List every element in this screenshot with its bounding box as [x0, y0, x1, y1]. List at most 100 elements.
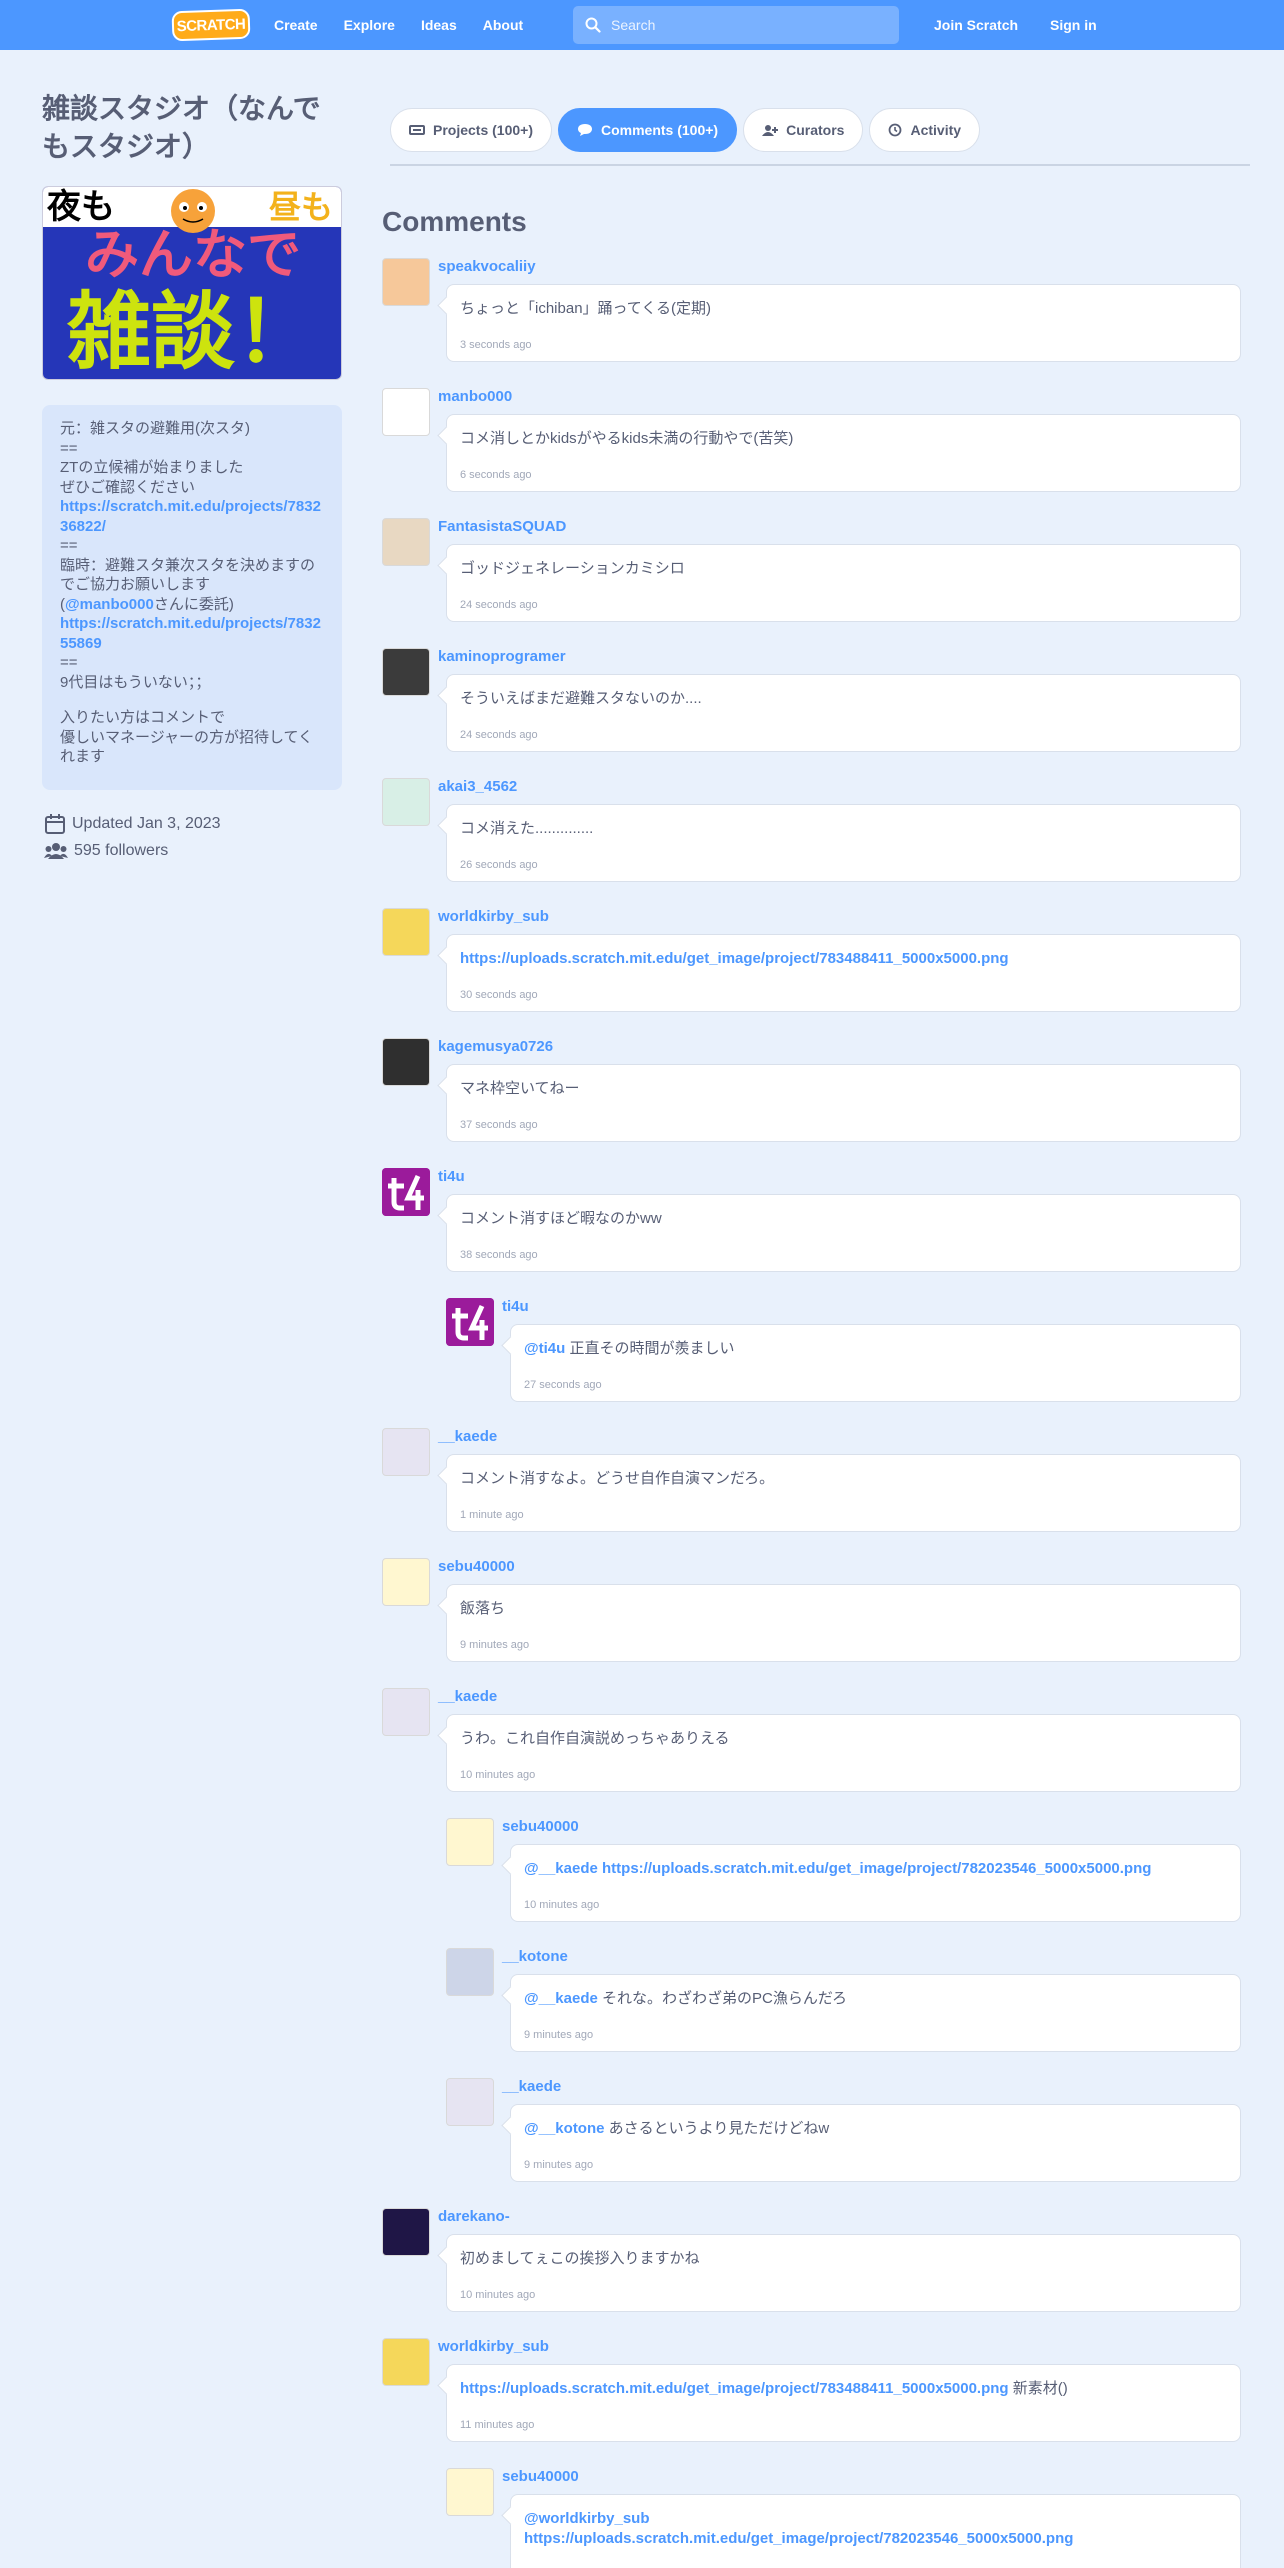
comment-username[interactable]: speakvocaliiy: [438, 258, 536, 275]
navbar: SCRATCH Create Explore Ideas About Join …: [0, 0, 1284, 50]
avatar[interactable]: [382, 1428, 430, 1476]
comment-content: マネ枠空いてねー: [460, 1080, 580, 1097]
comment-mention[interactable]: @worldkirby_sub: [524, 2510, 650, 2527]
search-input[interactable]: [611, 17, 881, 33]
comment-username[interactable]: ti4u: [438, 1168, 465, 1185]
avatar[interactable]: [382, 908, 430, 956]
avatar[interactable]: [382, 1038, 430, 1086]
comment-timestamp: 3 seconds ago: [460, 339, 532, 351]
desc-line: ぜひご確認ください: [60, 478, 196, 496]
nav-explore[interactable]: Explore: [344, 17, 395, 33]
sign-in-link[interactable]: Sign in: [1050, 17, 1097, 33]
comment-mention[interactable]: @__kaede: [524, 1990, 598, 2007]
comment-text: https://uploads.scratch.mit.edu/get_imag…: [460, 949, 1227, 969]
comment-username[interactable]: ti4u: [502, 1298, 529, 1315]
scratch-logo[interactable]: SCRATCH: [171, 8, 251, 42]
comment-content: 飯落ち: [460, 1600, 506, 1617]
comment-body: マネ枠空いてねー 37 seconds ago: [446, 1064, 1241, 1142]
calendar-icon: [45, 814, 65, 834]
avatar[interactable]: [382, 2338, 430, 2386]
tab-comments[interactable]: Comments (100+): [558, 108, 738, 152]
comment-content: そういえばまだ避難スタないのか....: [460, 690, 702, 707]
tab-activity[interactable]: Activity: [869, 108, 981, 152]
comment-username[interactable]: worldkirby_sub: [438, 908, 549, 925]
comment-timestamp: 10 minutes ago: [460, 2289, 536, 2301]
comments-heading: Comments: [382, 206, 527, 237]
comment-content: ちょっと「ichiban」踊ってくる(定期): [460, 300, 712, 317]
comment-text: コメント消すほど暇なのかww: [460, 1209, 1227, 1229]
comment-username[interactable]: __kaede: [502, 2078, 561, 2095]
followers-row: 595 followers: [44, 841, 168, 861]
avatar[interactable]: [446, 1948, 494, 1996]
comment-username[interactable]: sebu40000: [438, 1558, 515, 1575]
comment-text: @worldkirby_sub https://uploads.scratch.m…: [524, 2509, 1227, 2549]
comment-username[interactable]: __kaede: [438, 1428, 497, 1445]
studio-description: 元：雑スタの避難用(次スタ) == ZTの立候補が始まりました ぜひご確認くださ…: [42, 405, 342, 790]
tabs-divider: [390, 164, 1250, 166]
search-bar[interactable]: [573, 6, 899, 44]
comment-timestamp: 24 seconds ago: [460, 599, 538, 611]
comment-body: そういえばまだ避難スタないのか.... 24 seconds ago: [446, 674, 1241, 752]
avatar[interactable]: [446, 1298, 494, 1346]
thumb-text-night: 夜も: [47, 188, 115, 226]
comment-username[interactable]: manbo000: [438, 388, 512, 405]
comment-timestamp: 27 seconds ago: [524, 1379, 602, 1391]
comment-body: コメント消すほど暇なのかww 38 seconds ago: [446, 1194, 1241, 1272]
tab-curators[interactable]: Curators: [743, 108, 864, 152]
nav-create[interactable]: Create: [274, 17, 318, 33]
nav-about[interactable]: About: [483, 17, 523, 33]
comment-body: コメ消えた.............. 26 seconds ago: [446, 804, 1241, 882]
nav-ideas[interactable]: Ideas: [421, 17, 457, 33]
followers-count: 595 followers: [74, 842, 169, 859]
avatar[interactable]: [446, 2468, 494, 2516]
desc-line: 9代目はもういない；；: [60, 673, 211, 691]
comment-text: そういえばまだ避難スタないのか....: [460, 689, 1227, 709]
comment-username[interactable]: sebu40000: [502, 2468, 579, 2485]
avatar[interactable]: [382, 1558, 430, 1606]
tab-label: Projects (100+): [433, 122, 533, 138]
avatar[interactable]: [446, 1818, 494, 1866]
comment-timestamp: 6 seconds ago: [460, 469, 532, 481]
comment-username[interactable]: darekano-: [438, 2208, 510, 2225]
comment-username[interactable]: akai3_4562: [438, 778, 517, 795]
comment-body: うわ。これ自作自演説めっちゃありえる 10 minutes ago: [446, 1714, 1241, 1792]
comment-content: うわ。これ自作自演説めっちゃありえる: [460, 1730, 730, 1747]
avatar[interactable]: [446, 2078, 494, 2126]
comment-mention[interactable]: @ti4u: [524, 1340, 565, 1357]
avatar[interactable]: [382, 518, 430, 566]
comment-username[interactable]: sebu40000: [502, 1818, 579, 1835]
avatar[interactable]: [382, 388, 430, 436]
comment-body: @ti4u 正直その時間が羨ましい 27 seconds ago: [510, 1324, 1241, 1402]
comment-username[interactable]: kagemusya0726: [438, 1038, 553, 1055]
comment-mention[interactable]: @__kaede: [524, 1860, 598, 1877]
comment-username[interactable]: __kaede: [438, 1688, 497, 1705]
comment-username[interactable]: FantasistaSQUAD: [438, 518, 566, 535]
avatar[interactable]: [382, 2208, 430, 2256]
comment-timestamp: 11 minutes ago: [460, 2419, 535, 2431]
comment-mention[interactable]: @__kotone: [524, 2120, 604, 2137]
desc-mention[interactable]: @manbo000: [65, 596, 154, 613]
avatar[interactable]: [382, 778, 430, 826]
studio-title: 雑談スタジオ（なんでもスタジオ）: [42, 93, 321, 162]
avatar[interactable]: [382, 648, 430, 696]
comment-content: あさるというより見ただけどねw: [604, 2120, 830, 2137]
comment-link[interactable]: https://uploads.scratch.mit.edu/get_imag…: [460, 2380, 1009, 2397]
comment-timestamp: 30 seconds ago: [460, 989, 538, 1001]
comment-username[interactable]: worldkirby_sub: [438, 2338, 549, 2355]
comment-link[interactable]: https://uploads.scratch.mit.edu/get_imag…: [460, 950, 1009, 967]
comment-text: @__kaede それな。わざわざ弟のPC漁らんだろ: [524, 1989, 1227, 2009]
join-scratch-link[interactable]: Join Scratch: [934, 17, 1018, 33]
desc-link-2[interactable]: https://scratch.mit.edu/projects/7832558…: [60, 615, 321, 652]
avatar[interactable]: [382, 1688, 430, 1736]
tab-projects[interactable]: Projects (100+): [390, 108, 552, 152]
comment-username[interactable]: __kotone: [502, 1948, 568, 1965]
comment-timestamp: 9 minutes ago: [524, 2029, 594, 2041]
avatar[interactable]: [382, 1168, 430, 1216]
avatar[interactable]: [382, 258, 430, 306]
comment-username[interactable]: kaminoprogramer: [438, 648, 566, 665]
comment-link[interactable]: https://uploads.scratch.mit.edu/get_imag…: [602, 1860, 1151, 1877]
desc-link-1[interactable]: https://scratch.mit.edu/projects/7832368…: [60, 498, 321, 535]
curators-icon: [762, 125, 779, 136]
comment-body: 初めましてぇこの挨拶入りますかね 10 minutes ago: [446, 2234, 1241, 2312]
comment-link[interactable]: https://uploads.scratch.mit.edu/get_imag…: [524, 2530, 1073, 2547]
